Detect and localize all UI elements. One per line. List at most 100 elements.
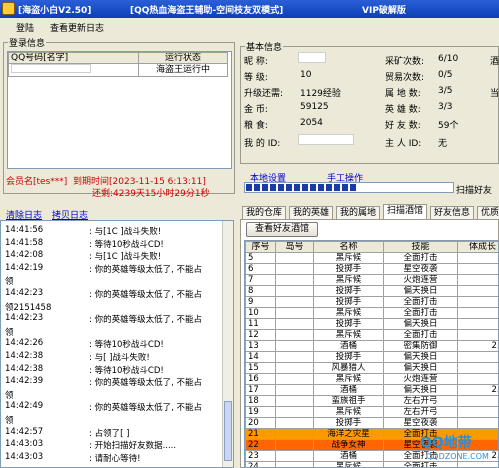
- app-subtitle: [QQ热血海盗王辅助-空间枝友双模式]: [130, 6, 284, 16]
- label-upgrade: 升级还需:: [244, 89, 284, 99]
- hero-skill: 全面打击: [383, 296, 458, 308]
- label-mining: 采矿次数:: [385, 57, 425, 67]
- far-right-label-2: 当: [490, 89, 499, 99]
- login-list[interactable]: QQ号码[名字] 运行状态 海盗王运行中: [7, 51, 232, 169]
- col-qq[interactable]: QQ号码[名字]: [8, 52, 139, 64]
- log-message: : 与[1C ]战斗失败!: [89, 227, 162, 237]
- hero-name: 战争女神: [313, 439, 384, 451]
- owner-id-value: 无: [438, 139, 448, 149]
- hero-row[interactable]: 17 酒桶偏天换日2.5: [245, 384, 498, 396]
- hero-skill: 偏天换日: [383, 384, 458, 396]
- hero-row[interactable]: 13 酒桶密集防御2.5: [245, 340, 498, 352]
- label-trade: 贸易次数:: [385, 73, 425, 83]
- hero-growth: 2: [457, 395, 498, 407]
- hero-name: 酒桶: [313, 384, 384, 396]
- hero-name: 投掷手: [313, 263, 384, 275]
- tab-my-heroes[interactable]: 我的英雄: [289, 206, 334, 219]
- gold-value: 59125: [300, 102, 329, 112]
- hero-island: [275, 450, 314, 462]
- col-name[interactable]: 名称: [313, 241, 384, 253]
- log-time: 14:42:39: [5, 376, 44, 387]
- hero-index: 12: [245, 329, 276, 341]
- log-time: 领: [5, 416, 14, 426]
- remaining-time: 还剩:4239天15小时29分1秒: [92, 189, 210, 199]
- hero-skill: 左右开弓: [383, 395, 458, 407]
- hero-index: 23: [245, 450, 276, 462]
- hero-row[interactable]: 7 黑斥候火炮连营2: [245, 274, 498, 286]
- hero-row[interactable]: 16 黑斥候火炮连营2: [245, 373, 498, 385]
- menu-update-log[interactable]: 查看更新日志: [50, 21, 104, 34]
- hero-row[interactable]: 11 投掷手偏天换日2: [245, 318, 498, 330]
- label-owner-id: 主 人 ID:: [385, 139, 422, 149]
- scan-progress-bar: [244, 182, 454, 193]
- login-row[interactable]: 海盗王运行中: [8, 63, 228, 77]
- log-time: 领: [5, 327, 14, 338]
- tab-quality[interactable]: 优质: [477, 206, 499, 219]
- territory-value: 3/5: [438, 86, 453, 96]
- col-island[interactable]: 岛号: [275, 241, 314, 253]
- hero-index: 18: [245, 395, 276, 407]
- log-scroll-thumb[interactable]: [224, 401, 232, 461]
- menu-login[interactable]: 登陆: [16, 21, 34, 34]
- hero-row[interactable]: 12 黑斥候全面打击2: [245, 329, 498, 341]
- hero-name: 酒桶: [313, 340, 384, 352]
- hero-name: 蛮族祖手: [313, 395, 384, 407]
- hero-row[interactable]: 8 投掷手偏天换日2: [245, 285, 498, 297]
- hero-island: [275, 340, 314, 352]
- tab-my-territory[interactable]: 我的属地: [336, 206, 381, 219]
- hero-growth: 2: [457, 351, 498, 363]
- upgrade-value: 1129经验: [300, 89, 341, 99]
- col-status[interactable]: 运行状态: [138, 52, 228, 64]
- log-panel[interactable]: 14:41:56: 与[1C ]战斗失败! 14:41:58: 等待10秒战斗CD…: [0, 220, 234, 468]
- hero-skill: 偏天换日: [383, 362, 458, 374]
- label-level: 等 级:: [244, 73, 268, 83]
- hero-index: 5: [245, 252, 276, 264]
- watermark-url: QQDZONE.COM: [426, 452, 489, 461]
- hero-skill: 火炮连营: [383, 274, 458, 286]
- log-time: 14:41:58: [5, 237, 44, 248]
- log-time: 14:43:03: [5, 451, 44, 462]
- tab-scan-tavern[interactable]: 扫描酒馆: [383, 204, 428, 219]
- hero-row[interactable]: 19 黑斥候左右开弓2: [245, 406, 498, 418]
- hero-row[interactable]: 9 投掷手全面打击2: [245, 296, 498, 308]
- trade-value: 0/5: [438, 70, 453, 80]
- hero-skill: 火炮连营: [383, 373, 458, 385]
- tab-friend-info[interactable]: 好友信息: [430, 206, 475, 219]
- hero-name: 海洋之灾星: [313, 428, 384, 440]
- hero-name: 投掷手: [313, 285, 384, 297]
- hero-index: 8: [245, 285, 276, 297]
- hero-skill: 全面打击: [383, 307, 458, 319]
- col-skill[interactable]: 技能: [383, 241, 458, 253]
- hero-growth: 2: [457, 318, 498, 330]
- hero-row[interactable]: 18 蛮族祖手左右开弓2: [245, 395, 498, 407]
- hero-island: [275, 296, 314, 308]
- status-cell: 海盗王运行中: [138, 63, 228, 77]
- tab-warehouse[interactable]: 我的仓库: [242, 206, 287, 219]
- hero-growth: 2: [457, 274, 498, 286]
- hero-island: [275, 439, 314, 451]
- hero-row[interactable]: 6 投掷手星空夜袭2: [245, 263, 498, 275]
- hero-row[interactable]: 14 投掷手偏天换日2: [245, 351, 498, 363]
- hero-row[interactable]: 10 黑斥候全面打击2: [245, 307, 498, 319]
- col-growth[interactable]: 体成长: [457, 241, 498, 253]
- label-territory: 属 地 数:: [385, 89, 421, 99]
- log-scrollbar[interactable]: [222, 221, 233, 467]
- app-edition: VIP破解版: [362, 6, 406, 16]
- hero-row[interactable]: 20 投掷手星空夜袭2: [245, 417, 498, 429]
- log-time: 14:42:19: [5, 262, 44, 273]
- app-icon: [2, 2, 15, 15]
- view-friend-tavern-button[interactable]: 查看好友酒馆: [246, 222, 318, 237]
- hero-index: 13: [245, 340, 276, 352]
- hero-name: 投掷手: [313, 351, 384, 363]
- col-index[interactable]: 序号: [245, 241, 276, 253]
- hero-row[interactable]: 15 风暴猎人偏天换日2: [245, 362, 498, 374]
- log-time: 14:42:23: [5, 288, 44, 298]
- log-message: : 你的英雄等级太低了, 不能占: [89, 403, 202, 414]
- log-time: 14:42:57: [5, 426, 44, 437]
- hero-island: [275, 252, 314, 264]
- hero-row[interactable]: 5 黑斥候全面打击2: [245, 252, 498, 264]
- label-heroes: 英 雄 数:: [385, 105, 421, 115]
- hero-name: 黑斥候: [313, 461, 384, 467]
- hero-island: [275, 329, 314, 341]
- hero-index: 22: [245, 439, 276, 451]
